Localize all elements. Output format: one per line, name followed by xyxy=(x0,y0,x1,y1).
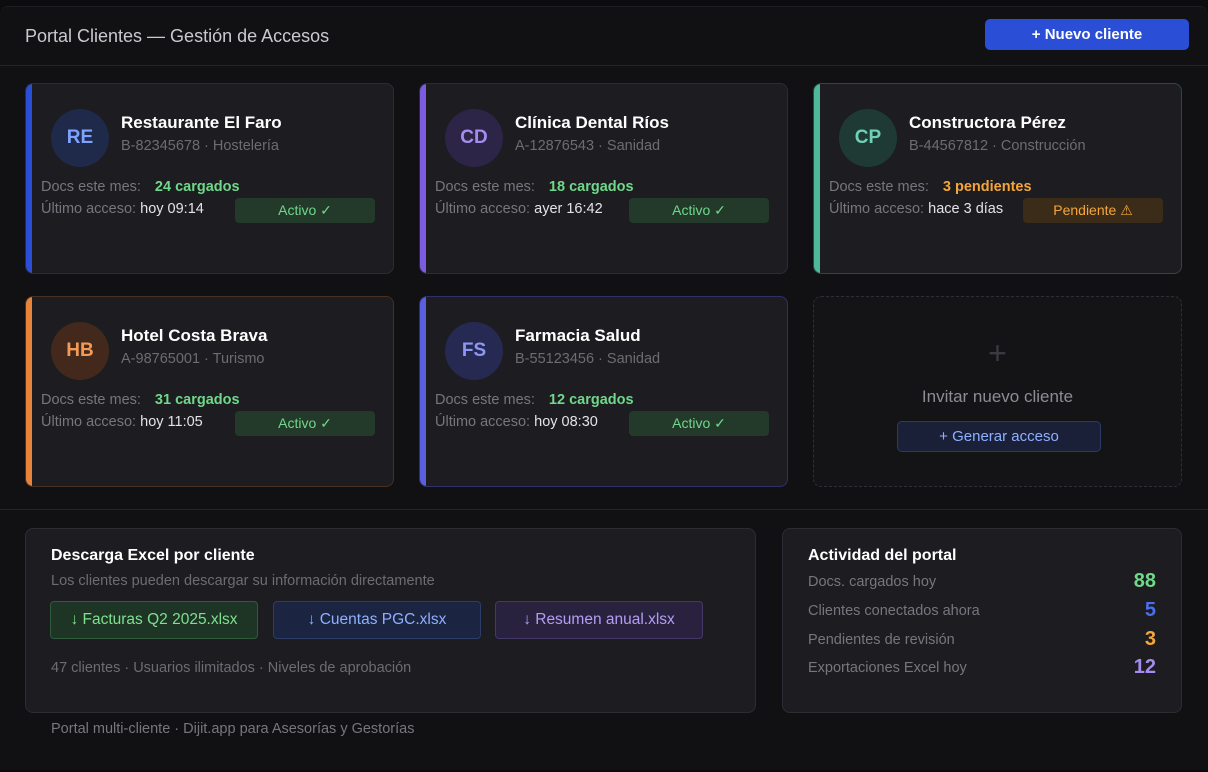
access-label: Último acceso: xyxy=(41,201,137,217)
stat-pending-review: Pendientes de revisión 3 xyxy=(808,628,1156,652)
client-meta: B-55123456 · Sanidad xyxy=(515,351,661,367)
avatar: HB xyxy=(51,322,109,380)
access-row: Último acceso: hoy 08:30 xyxy=(435,414,598,430)
download-facturas-button[interactable]: ↓ Facturas Q2 2025.xlsx xyxy=(50,601,258,639)
card-accent xyxy=(814,84,820,273)
card-accent xyxy=(420,297,426,486)
client-name: Hotel Costa Brava xyxy=(121,326,268,345)
avatar: CP xyxy=(839,109,897,167)
excel-panel-footer: 47 clientes · Usuarios ilimitados · Nive… xyxy=(51,660,412,676)
docs-row: Docs este mes: 12 cargados xyxy=(435,392,634,408)
status-badge: Activo ✓ xyxy=(235,198,375,223)
access-row: Último acceso: hoy 09:14 xyxy=(41,201,204,217)
status-badge: Activo ✓ xyxy=(629,411,769,436)
excel-panel-subtitle: Los clientes pueden descargar su informa… xyxy=(51,573,435,589)
docs-value: 24 cargados xyxy=(154,179,240,195)
access-value: ayer 16:42 xyxy=(534,201,603,217)
access-value: hoy 11:05 xyxy=(140,414,203,430)
excel-download-panel: Descarga Excel por cliente Los clientes … xyxy=(25,528,756,713)
client-name: Restaurante El Faro xyxy=(121,113,282,132)
access-value: hoy 08:30 xyxy=(534,414,598,430)
invite-label: Invitar nuevo cliente xyxy=(921,387,1074,406)
access-label: Último acceso: xyxy=(435,414,531,430)
docs-row: Docs este mes: 31 cargados xyxy=(41,392,240,408)
stat-value: 12 xyxy=(1133,656,1156,678)
access-row: Último acceso: hace 3 días xyxy=(829,201,1003,217)
docs-label: Docs este mes: xyxy=(41,392,141,408)
docs-value: 3 pendientes xyxy=(942,179,1032,195)
card-accent xyxy=(26,297,32,486)
stat-label: Pendientes de revisión xyxy=(808,632,955,648)
stat-value: 5 xyxy=(1144,599,1156,621)
new-client-button[interactable]: + Nuevo cliente xyxy=(985,19,1189,50)
access-label: Último acceso: xyxy=(41,414,137,430)
app-window: Portal Clientes — Gestión de Accesos + N… xyxy=(0,6,1208,770)
stat-label: Clientes conectados ahora xyxy=(808,603,980,619)
client-meta: B-82345678 · Hostelería xyxy=(121,138,279,154)
activity-panel-title: Actividad del portal xyxy=(808,547,957,564)
page-footer: Portal multi-cliente · Dijit.app para As… xyxy=(51,721,415,737)
avatar: RE xyxy=(51,109,109,167)
docs-label: Docs este mes: xyxy=(435,392,535,408)
client-meta: A-98765001 · Turismo xyxy=(121,351,265,367)
docs-label: Docs este mes: xyxy=(41,179,141,195)
card-accent xyxy=(420,84,426,273)
docs-label: Docs este mes: xyxy=(829,179,929,195)
plus-icon: + xyxy=(988,335,1007,371)
avatar: CD xyxy=(445,109,503,167)
stat-docs-today: Docs. cargados hoy 88 xyxy=(808,570,1156,594)
access-label: Último acceso: xyxy=(435,201,531,217)
invite-client-card[interactable]: + Invitar nuevo cliente + Generar acceso xyxy=(813,296,1182,487)
stat-label: Docs. cargados hoy xyxy=(808,574,937,590)
client-name: Constructora Pérez xyxy=(909,113,1066,132)
excel-panel-title: Descarga Excel por cliente xyxy=(51,547,255,564)
client-name: Farmacia Salud xyxy=(515,326,641,345)
portal-activity-panel: Actividad del portal Docs. cargados hoy … xyxy=(782,528,1182,713)
status-badge: Activo ✓ xyxy=(235,411,375,436)
access-value: hoy 09:14 xyxy=(140,201,204,217)
section-divider xyxy=(0,509,1208,510)
download-cuentas-button[interactable]: ↓ Cuentas PGC.xlsx xyxy=(273,601,481,639)
client-card-hotel-costa-brava[interactable]: HB Hotel Costa Brava A-98765001 · Turism… xyxy=(25,296,394,487)
status-badge: Activo ✓ xyxy=(629,198,769,223)
client-meta: A-12876543 · Sanidad xyxy=(515,138,661,154)
docs-value: 31 cargados xyxy=(154,392,240,408)
stat-clients-online: Clientes conectados ahora 5 xyxy=(808,599,1156,623)
card-accent xyxy=(26,84,32,273)
page-title: Portal Clientes — Gestión de Accesos xyxy=(25,26,330,46)
docs-row: Docs este mes: 3 pendientes xyxy=(829,179,1032,195)
access-row: Último acceso: hoy 11:05 xyxy=(41,414,203,430)
stat-value: 88 xyxy=(1133,570,1156,592)
client-card-constructora-perez[interactable]: CP Constructora Pérez B-44567812 · Const… xyxy=(813,83,1182,274)
avatar: FS xyxy=(445,322,503,380)
client-card-restaurante-el-faro[interactable]: RE Restaurante El Faro B-82345678 · Host… xyxy=(25,83,394,274)
access-label: Último acceso: xyxy=(829,201,925,217)
docs-value: 18 cargados xyxy=(548,179,634,195)
access-row: Último acceso: ayer 16:42 xyxy=(435,201,603,217)
client-card-clinica-dental-rios[interactable]: CD Clínica Dental Ríos A-12876543 · Sani… xyxy=(419,83,788,274)
stat-label: Exportaciones Excel hoy xyxy=(808,660,967,676)
access-value: hace 3 días xyxy=(928,201,1004,217)
docs-value: 12 cargados xyxy=(548,392,634,408)
stat-excel-exports: Exportaciones Excel hoy 12 xyxy=(808,656,1156,680)
docs-row: Docs este mes: 24 cargados xyxy=(41,179,240,195)
docs-label: Docs este mes: xyxy=(435,179,535,195)
client-meta: B-44567812 · Construcción xyxy=(909,138,1086,154)
client-name: Clínica Dental Ríos xyxy=(515,113,669,132)
status-badge: Pendiente ⚠ xyxy=(1023,198,1163,223)
docs-row: Docs este mes: 18 cargados xyxy=(435,179,634,195)
stat-value: 3 xyxy=(1144,628,1156,650)
client-card-farmacia-salud[interactable]: FS Farmacia Salud B-55123456 · Sanidad D… xyxy=(419,296,788,487)
generate-access-button[interactable]: + Generar acceso xyxy=(897,421,1101,452)
download-resumen-button[interactable]: ↓ Resumen anual.xlsx xyxy=(495,601,703,639)
header: Portal Clientes — Gestión de Accesos + N… xyxy=(0,7,1208,66)
